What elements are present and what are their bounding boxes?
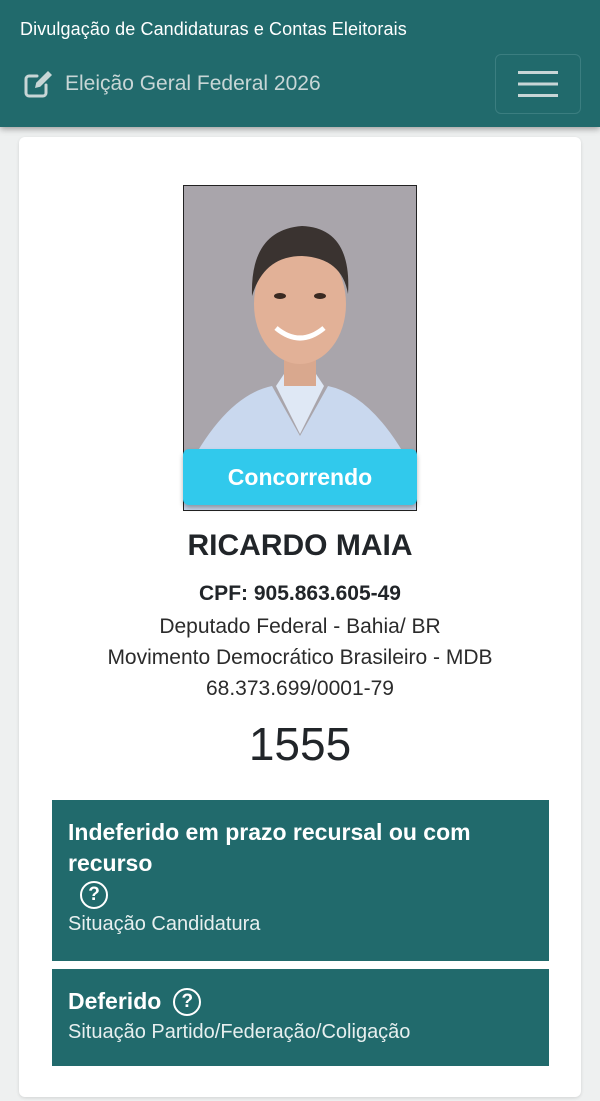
candidate-card: Concorrendo RICARDO MAIA CPF: 905.863.60… — [19, 137, 581, 1097]
party-status-title: Deferido — [68, 988, 162, 1014]
candidacy-status-title: Indeferido em prazo recursal ou com recu… — [68, 819, 471, 876]
election-label: Eleição Geral Federal 2026 — [65, 72, 321, 95]
edit-icon — [24, 71, 52, 98]
menu-toggle-button[interactable] — [495, 54, 581, 114]
top-navbar: Divulgação de Candidaturas e Contas Elei… — [0, 0, 600, 127]
campaign-cnpj: 68.373.699/0001-79 — [205, 677, 394, 700]
candidacy-status-badge: Concorrendo — [183, 449, 417, 505]
help-icon[interactable]: ? — [80, 881, 108, 909]
party-status-label: Situação Partido/Federação/Coligação — [68, 1021, 411, 1043]
candidate-cpf: CPF: 905.863.605-49 — [199, 582, 401, 605]
candidate-name: RICARDO MAIA — [187, 529, 413, 562]
election-selector[interactable]: Eleição Geral Federal 2026 — [22, 66, 321, 102]
candidacy-status-box: Indeferido em prazo recursal ou com recu… — [52, 800, 549, 961]
help-icon[interactable]: ? — [173, 987, 202, 1016]
candidate-office: Deputado Federal - Bahia/ BR — [159, 615, 441, 638]
party-status-box: Deferido ? Situação Partido/Federação/Co… — [52, 969, 549, 1066]
candidate-number: 1555 — [248, 718, 352, 770]
hamburger-menu-icon — [518, 71, 558, 97]
candidate-party: Movimento Democrático Brasileiro - MDB — [107, 646, 493, 669]
candidacy-status-label: Situação Candidatura — [68, 913, 261, 935]
site-title[interactable]: Divulgação de Candidaturas e Contas Elei… — [20, 19, 407, 40]
